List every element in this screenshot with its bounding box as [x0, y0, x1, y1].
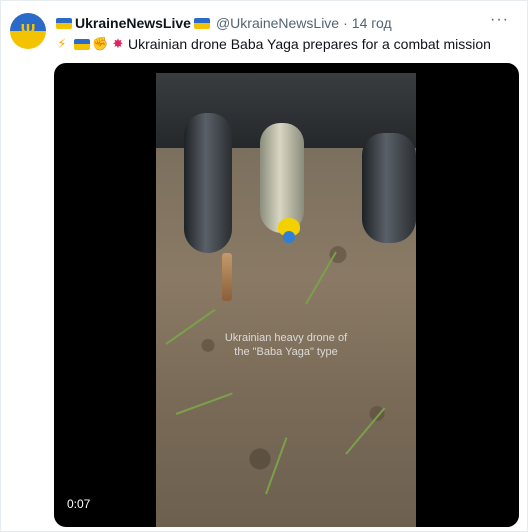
author-handle[interactable]: @UkraineNewsLive — [216, 14, 339, 32]
ukraine-flag-icon — [56, 17, 72, 29]
more-options-icon[interactable]: ··· — [490, 11, 509, 29]
trident-icon: Ψ — [20, 20, 36, 41]
video-caption: Ukrainian heavy drone of the "Baba Yaga"… — [156, 331, 416, 359]
blue-fuse-tip — [283, 231, 295, 243]
wooden-stick — [222, 253, 232, 301]
flexed-bicep-icon: ✊ — [92, 36, 109, 51]
separator-dot: · — [343, 15, 348, 31]
tweet-card[interactable]: Ψ UkraineNewsLive @UkraineNewsLive · 14 … — [0, 0, 528, 532]
tweet-header: UkraineNewsLive @UkraineNewsLive · 14 го… — [54, 14, 392, 32]
caption-line-1: Ukrainian heavy drone of — [224, 332, 348, 344]
lightning-icon: ⚡ — [57, 36, 67, 51]
bomb-right — [362, 133, 416, 243]
avatar[interactable]: Ψ — [10, 13, 46, 49]
collision-icon: ✸ — [112, 36, 124, 51]
author-name[interactable]: UkraineNewsLive — [75, 14, 191, 32]
bomb-left — [184, 113, 232, 253]
video-timestamp: 0:07 — [67, 497, 91, 511]
video-player[interactable]: Ukrainian heavy drone of the "Baba Yaga"… — [54, 63, 519, 527]
tweet-time[interactable]: 14 год — [352, 14, 392, 32]
caption-line-2: the "Baba Yaga" type — [234, 346, 338, 358]
ukraine-flag-icon — [74, 38, 90, 50]
tweet-text: Ukrainian drone Baba Yaga prepares for a… — [128, 36, 491, 52]
ukraine-flag-icon — [193, 17, 210, 29]
tweet-text-row: ⚡ ✊ ✸ Ukrainian drone Baba Yaga prepares… — [54, 35, 491, 53]
video-frame[interactable]: Ukrainian heavy drone of the "Baba Yaga"… — [156, 73, 416, 527]
bomb-center — [260, 123, 304, 233]
